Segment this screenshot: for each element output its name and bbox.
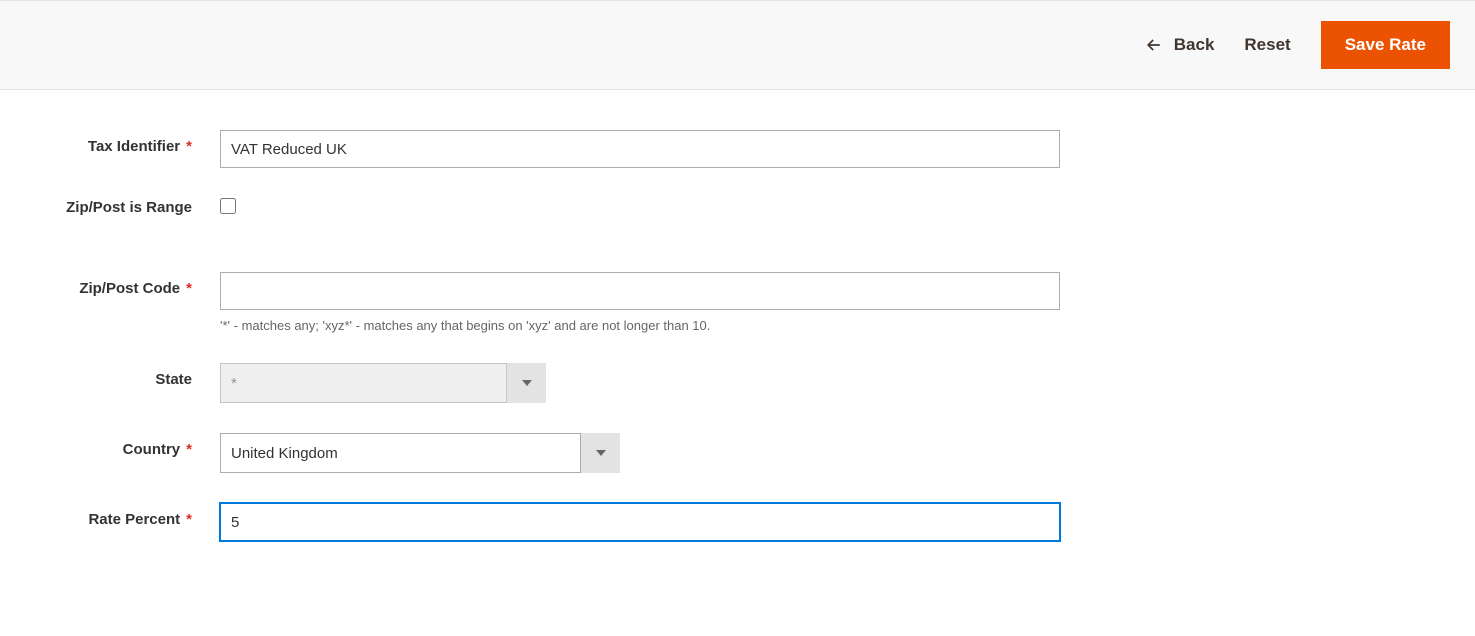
state-select: * bbox=[220, 363, 546, 403]
zip-code-row: Zip/Post Code* '*' - matches any; 'xyz*'… bbox=[20, 272, 1455, 333]
state-row: State * bbox=[20, 363, 1455, 403]
required-mark: * bbox=[186, 138, 192, 155]
save-rate-button[interactable]: Save Rate bbox=[1321, 21, 1450, 69]
required-mark: * bbox=[186, 511, 192, 528]
back-label: Back bbox=[1174, 35, 1215, 55]
rate-percent-input[interactable] bbox=[220, 503, 1060, 541]
state-label: State bbox=[20, 363, 220, 388]
back-button[interactable]: Back bbox=[1144, 35, 1215, 55]
zip-is-range-checkbox[interactable] bbox=[220, 198, 236, 214]
arrow-left-icon bbox=[1144, 35, 1164, 55]
top-toolbar: Back Reset Save Rate bbox=[0, 0, 1475, 90]
zip-is-range-row: Zip/Post is Range bbox=[20, 198, 1455, 217]
rate-percent-row: Rate Percent* bbox=[20, 503, 1455, 541]
tax-identifier-row: Tax Identifier* bbox=[20, 130, 1455, 168]
required-mark: * bbox=[186, 441, 192, 458]
zip-code-input[interactable] bbox=[220, 272, 1060, 310]
zip-code-label: Zip/Post Code* bbox=[20, 272, 220, 297]
zip-code-help: '*' - matches any; 'xyz*' - matches any … bbox=[220, 318, 1060, 333]
zip-is-range-label: Zip/Post is Range bbox=[20, 199, 220, 216]
tax-identifier-label: Tax Identifier* bbox=[20, 130, 220, 155]
tax-identifier-input[interactable] bbox=[220, 130, 1060, 168]
reset-button[interactable]: Reset bbox=[1244, 35, 1290, 55]
country-select[interactable]: United Kingdom bbox=[220, 433, 620, 473]
country-row: Country* United Kingdom bbox=[20, 433, 1455, 473]
required-mark: * bbox=[186, 280, 192, 297]
tax-rate-form: Tax Identifier* Zip/Post is Range Zip/Po… bbox=[0, 90, 1475, 591]
rate-percent-label: Rate Percent* bbox=[20, 503, 220, 528]
country-label: Country* bbox=[20, 433, 220, 458]
